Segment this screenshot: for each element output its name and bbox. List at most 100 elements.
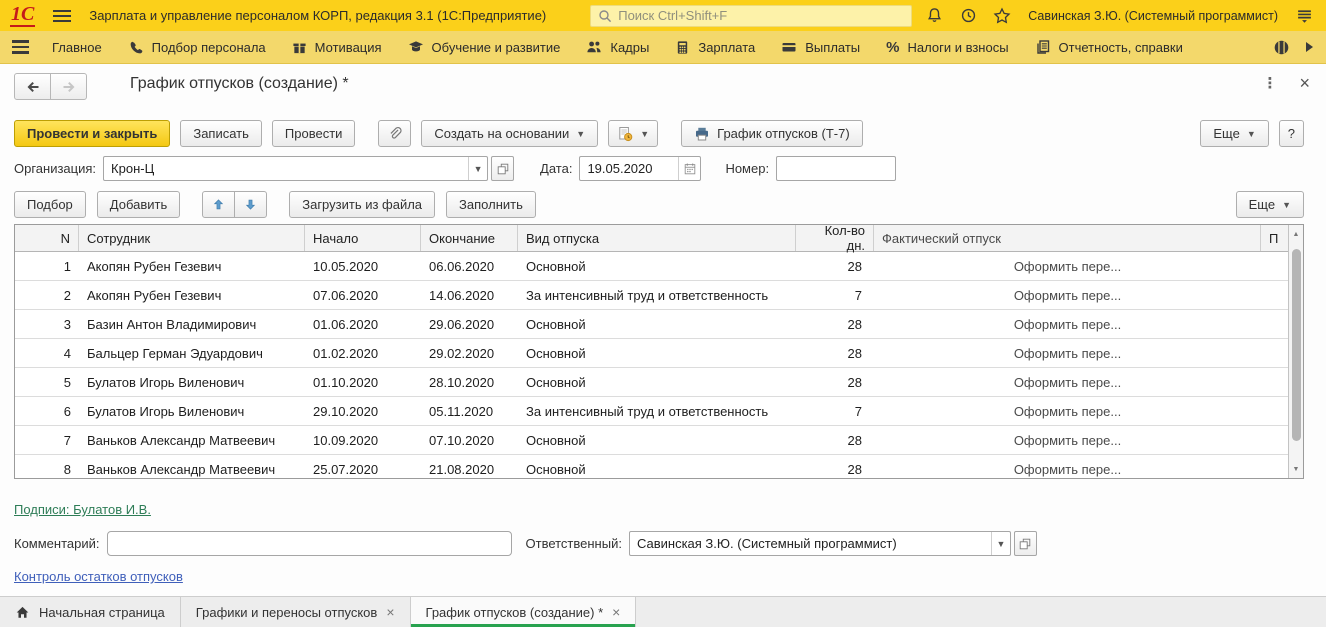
cell-start-date: 07.06.2020 (313, 287, 379, 303)
notifications-bell-icon[interactable] (922, 5, 946, 27)
column-header-actual[interactable]: Фактический отпуск (874, 225, 1261, 251)
global-search[interactable] (590, 4, 913, 27)
app-title: Зарплата и управление персоналом КОРП, р… (89, 8, 547, 23)
table-row[interactable]: 2 Акопян Рубен Гезевич 07.06.2020 14.06.202… (15, 281, 1288, 310)
table-row[interactable]: 7 Ваньков Александр Матвеевич 10.09.2020 07… (15, 426, 1288, 455)
pick-button[interactable]: Подбор (14, 191, 86, 218)
history-icon[interactable] (956, 5, 980, 27)
section-payments[interactable]: Выплаты (768, 31, 873, 63)
table-row[interactable]: 4 Бальцер Герман Эдуардович 01.02.2020 29.0… (15, 339, 1288, 368)
tab-home[interactable]: Начальная страница (0, 597, 181, 627)
column-header-n[interactable]: N (15, 225, 79, 251)
back-button[interactable] (14, 73, 51, 100)
more-button[interactable]: Еще ▼ (1200, 120, 1269, 147)
help-button[interactable]: ? (1278, 120, 1304, 147)
post-and-close-button[interactable]: Провести и закрыть (14, 120, 171, 147)
section-salary[interactable]: Зарплата (662, 31, 768, 63)
close-tab-icon[interactable]: × (386, 605, 394, 619)
cell-employee: Булатов Игорь Виленович (87, 374, 245, 390)
section-taxes[interactable]: % Налоги и взносы (873, 31, 1021, 63)
number-input[interactable] (776, 156, 897, 181)
section-reports[interactable]: Отчетность, справки (1022, 31, 1196, 63)
sections-overflow-chevron-icon[interactable] (1304, 41, 1314, 53)
cell-actual-vacation-command[interactable]: Оформить пере... (874, 433, 1261, 448)
move-down-button[interactable] (234, 191, 268, 218)
cell-actual-vacation-command[interactable]: Оформить пере... (874, 462, 1261, 477)
cell-employee: Акопян Рубен Гезевич (87, 287, 222, 303)
create-based-on-button[interactable]: Создать на основании ▼ (421, 120, 599, 147)
sections-panel: Главное Подбор персонала Мотивация Обуче… (0, 31, 1326, 64)
table-row[interactable]: 6 Булатов Игорь Виленович 29.10.2020 05.11.… (15, 397, 1288, 426)
organization-label: Организация: (14, 161, 97, 176)
tab-vacation-schedule-new[interactable]: График отпусков (создание) * × (410, 597, 637, 627)
cell-actual-vacation-command[interactable]: Оформить пере... (874, 346, 1261, 361)
wallet-icon (781, 39, 797, 55)
section-main[interactable]: Главное (39, 31, 115, 63)
cell-actual-vacation-command[interactable]: Оформить пере... (874, 288, 1261, 303)
chevron-down-icon[interactable]: ▼ (990, 532, 1010, 555)
open-windows-tabbar: Начальная страница Графики и переносы от… (0, 596, 1326, 627)
service-menu-icon[interactable] (1292, 5, 1316, 27)
workplace-icon[interactable] (1273, 39, 1290, 56)
organization-input[interactable] (104, 161, 469, 176)
attachments-button[interactable] (378, 120, 412, 147)
calendar-icon[interactable] (678, 157, 700, 180)
vacation-balance-control-link[interactable]: Контроль остатков отпусков (14, 569, 183, 584)
main-menu-icon[interactable] (53, 9, 72, 22)
fill-button[interactable]: Заполнить (446, 191, 536, 218)
column-header-start[interactable]: Начало (305, 225, 421, 251)
cell-actual-vacation-command[interactable]: Оформить пере... (874, 375, 1261, 390)
column-header-days[interactable]: Кол-во дн. (796, 225, 874, 253)
document-form: График отпусков (создание) * ⋮ × Провест… (0, 64, 1326, 596)
section-hr[interactable]: Кадры (573, 31, 662, 63)
scroll-up-icon[interactable]: ▲ (1289, 227, 1303, 241)
search-input[interactable] (618, 8, 906, 23)
signatures-link[interactable]: Подписи: Булатов И.В. (14, 502, 151, 517)
forward-button[interactable] (50, 73, 87, 100)
responsible-input[interactable] (629, 536, 991, 551)
chevron-down-icon[interactable]: ▼ (468, 157, 487, 180)
cell-actual-vacation-command[interactable]: Оформить пере... (874, 317, 1261, 332)
cell-days-count: 28 (847, 432, 862, 448)
documents-icon (1035, 39, 1051, 55)
table-row[interactable]: 1 Акопян Рубен Гезевич 10.05.2020 06.06.202… (15, 252, 1288, 281)
post-button[interactable]: Провести (271, 120, 356, 147)
document-log-button[interactable]: ▼ (608, 120, 659, 147)
home-icon (15, 605, 30, 620)
table-row[interactable]: 8 Ваньков Александр Матвеевич 25.07.2020 21… (15, 455, 1288, 478)
responsible-open-button[interactable] (1013, 531, 1037, 556)
tab-vacation-schedules-list[interactable]: Графики и переносы отпусков × (181, 597, 411, 627)
sections-menu-icon[interactable] (12, 40, 29, 54)
table-more-button[interactable]: Еще ▼ (1235, 191, 1304, 218)
table-row[interactable]: 5 Булатов Игорь Виленович 01.10.2020 28.10.… (15, 368, 1288, 397)
column-header-p[interactable]: П (1261, 225, 1288, 251)
column-header-end[interactable]: Окончание (421, 225, 518, 251)
favorites-star-icon[interactable] (990, 5, 1014, 27)
scroll-down-icon[interactable]: ▼ (1289, 462, 1303, 476)
move-up-button[interactable] (202, 191, 236, 218)
table-row[interactable]: 3 Базин Антон Владимирович 01.06.2020 29.06… (15, 310, 1288, 339)
printer-icon (694, 126, 710, 142)
form-more-actions-icon[interactable]: ⋮ (1262, 74, 1277, 92)
page-title: График отпусков (создание) * (130, 75, 349, 92)
scrollbar-thumb[interactable] (1292, 249, 1301, 441)
add-button[interactable]: Добавить (96, 191, 181, 218)
load-from-file-button[interactable]: Загрузить из файла (289, 191, 436, 218)
vertical-scrollbar[interactable]: ▲ ▼ (1288, 225, 1303, 478)
section-recruitment[interactable]: Подбор персонала (115, 31, 279, 63)
command-bar: Провести и закрыть Записать Провести Соз… (14, 120, 1304, 147)
comment-input[interactable] (106, 531, 512, 556)
current-user[interactable]: Савинская З.Ю. (Системный программист) (1028, 9, 1278, 23)
close-tab-icon[interactable]: × (612, 605, 620, 619)
cell-actual-vacation-command[interactable]: Оформить пере... (874, 259, 1261, 274)
cell-actual-vacation-command[interactable]: Оформить пере... (874, 404, 1261, 419)
close-form-icon[interactable]: × (1299, 74, 1310, 92)
section-motivation[interactable]: Мотивация (279, 31, 395, 63)
save-button[interactable]: Записать (180, 120, 262, 147)
organization-open-button[interactable] (491, 156, 515, 181)
print-t7-button[interactable]: График отпусков (Т-7) (681, 120, 863, 147)
section-education[interactable]: Обучение и развитие (395, 31, 574, 63)
column-header-employee[interactable]: Сотрудник (79, 225, 305, 251)
date-input[interactable] (580, 161, 679, 176)
column-header-type[interactable]: Вид отпуска (518, 225, 796, 251)
